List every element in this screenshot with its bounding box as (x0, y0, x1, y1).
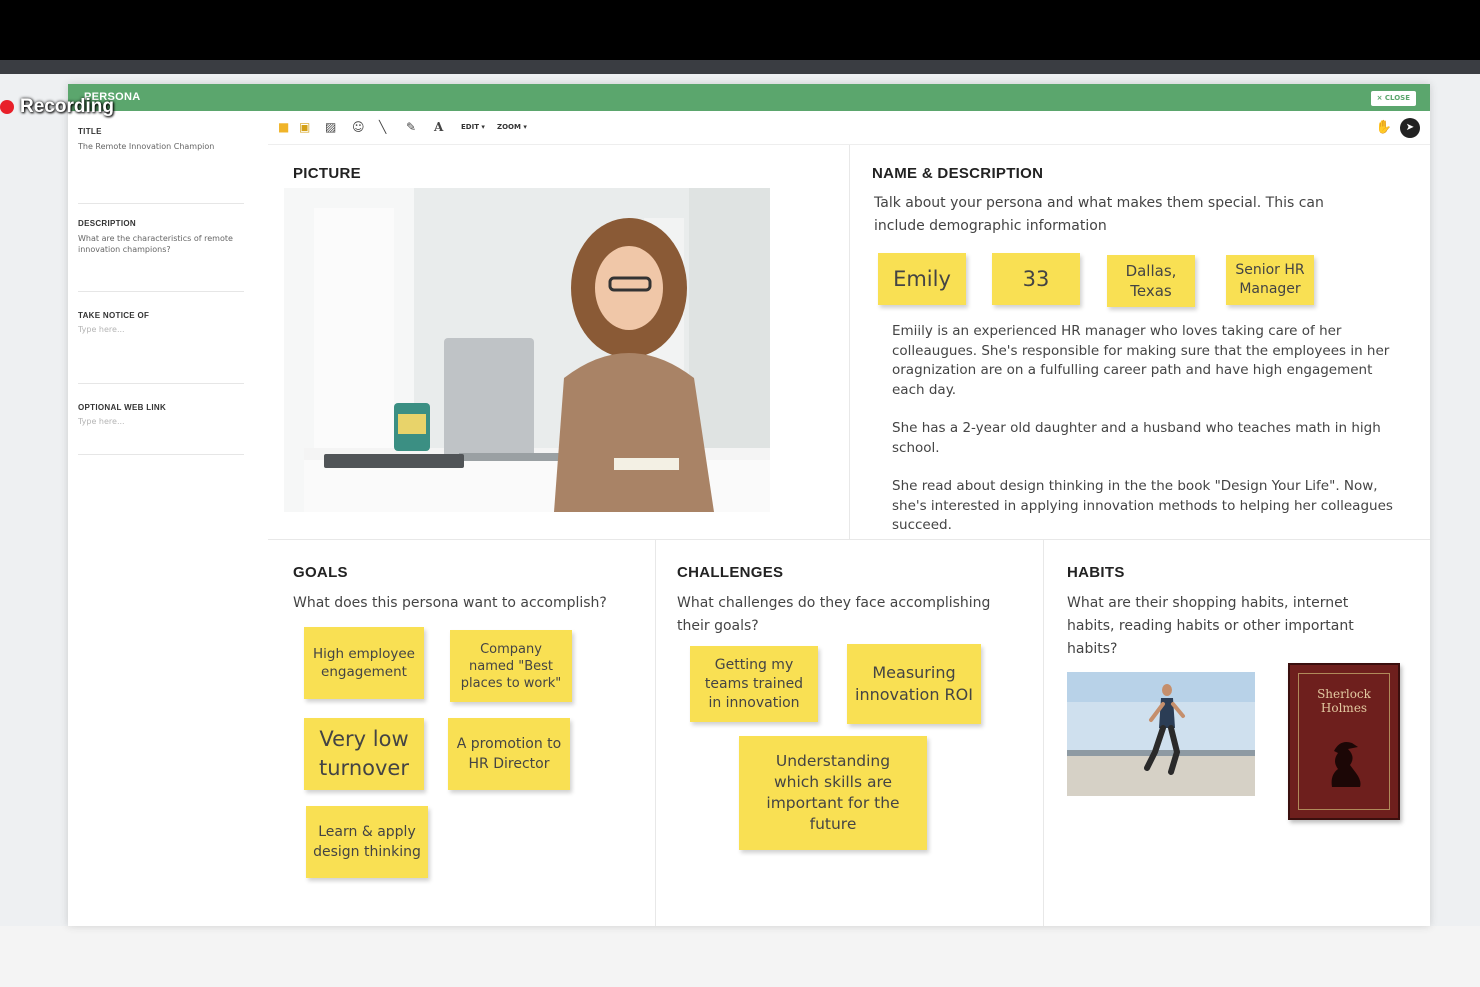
silhouette-icon (1331, 742, 1361, 787)
text-icon[interactable]: A (434, 120, 443, 134)
take-notice-field[interactable]: TAKE NOTICE OF Type here... (78, 311, 244, 384)
web-link-input[interactable]: Type here... (78, 417, 244, 426)
recording-label: Recording (20, 96, 114, 117)
goals-prompt: What does this persona want to accomplis… (293, 595, 607, 611)
recording-indicator: Recording (0, 96, 114, 118)
sticky-note-challenge-roi[interactable]: Measuring innovation ROI (847, 644, 981, 724)
description-field-value[interactable]: What are the characteristics of remote i… (78, 233, 244, 255)
description-field-label: DESCRIPTION (78, 219, 136, 228)
top-black-bar (0, 0, 1480, 60)
name-description-prompt: Talk about your persona and what makes t… (874, 195, 1324, 234)
sticky-note-goal-design-thinking[interactable]: Learn & apply design thinking (306, 806, 428, 878)
habits-prompt: What are their shopping habits, internet… (1067, 595, 1354, 657)
persona-modal: PERSONA × CLOSE TITLE The Remote Innovat… (68, 84, 1430, 926)
picture-panel: PICTURE (268, 145, 850, 540)
sticky-note-goal-turnover[interactable]: Very low turnover (304, 718, 424, 790)
habits-panel: HABITS What are their shopping habits, i… (1044, 540, 1430, 926)
sticky-note-name[interactable]: Emily (878, 253, 966, 305)
pen-icon[interactable]: ✎ (406, 120, 416, 134)
goals-panel: GOALS What does this persona want to acc… (268, 540, 656, 926)
persona-interest-paragraph[interactable]: She read about design thinking in the th… (892, 477, 1398, 536)
take-notice-label: TAKE NOTICE OF (78, 311, 150, 320)
sticky-note-location[interactable]: Dallas, Texas (1107, 255, 1195, 307)
running-photo[interactable] (1067, 672, 1255, 796)
zoom-menu[interactable]: ZOOM ▾ (497, 123, 527, 131)
image-cluster-icon[interactable]: ▣ (299, 120, 310, 134)
habits-title: HABITS (1067, 564, 1125, 581)
description-field[interactable]: DESCRIPTION What are the characteristics… (78, 219, 244, 292)
sticky-note-challenge-training[interactable]: Getting my teams trained in innovation (690, 646, 818, 722)
persona-family-paragraph[interactable]: She has a 2-year old daughter and a husb… (892, 419, 1398, 458)
bottom-strip (0, 926, 1480, 987)
line-icon[interactable]: ╲ (379, 120, 386, 134)
cursor-icon[interactable]: ➤ (1400, 118, 1420, 138)
record-dot-icon (0, 100, 14, 114)
title-field-value[interactable]: The Remote Innovation Champion (78, 141, 244, 152)
book-title: Sherlock Holmes (1317, 687, 1371, 715)
sticky-note-age[interactable]: 33 (992, 253, 1080, 305)
title-field[interactable]: TITLE The Remote Innovation Champion (78, 127, 244, 204)
edit-menu[interactable]: EDIT ▾ (461, 123, 485, 131)
web-link-field[interactable]: OPTIONAL WEB LINK Type here... (78, 403, 244, 455)
modal-header: PERSONA × CLOSE (68, 84, 1430, 111)
title-field-label: TITLE (78, 127, 102, 136)
picture-title: PICTURE (293, 165, 361, 182)
name-description-panel: NAME & DESCRIPTION Talk about your perso… (850, 145, 1430, 540)
take-notice-input[interactable]: Type here... (78, 325, 244, 334)
sherlock-book-cover[interactable]: Sherlock Holmes (1288, 663, 1400, 820)
goals-title: GOALS (293, 564, 348, 581)
sticky-note-icon[interactable]: ■ (278, 120, 289, 134)
name-description-title: NAME & DESCRIPTION (872, 165, 1044, 182)
close-button[interactable]: × CLOSE (1370, 91, 1416, 106)
hand-icon[interactable]: ✋ (1376, 120, 1392, 135)
sticky-note-challenge-skills[interactable]: Understanding which skills are important… (739, 736, 927, 850)
emoji-icon[interactable]: ☺ (352, 120, 365, 134)
sticky-note-goal-best-places[interactable]: Company named "Best places to work" (450, 630, 572, 702)
image-icon[interactable]: ▨ (325, 120, 336, 134)
challenges-title: CHALLENGES (677, 564, 784, 581)
sticky-note-role[interactable]: Senior HR Manager (1226, 255, 1314, 305)
persona-description-paragraph[interactable]: Emiily is an experienced HR manager who … (892, 322, 1398, 400)
challenges-panel: CHALLENGES What challenges do they face … (656, 540, 1044, 926)
persona-photo[interactable] (284, 188, 770, 512)
top-gray-bar (0, 60, 1480, 74)
web-link-label: OPTIONAL WEB LINK (78, 403, 167, 412)
canvas-toolbar: ■ ▣ ▨ ☺ ╲ ✎ A EDIT ▾ ZOOM ▾ ✋ ➤ (268, 111, 1430, 145)
challenges-prompt: What challenges do they face accomplishi… (677, 595, 991, 634)
sticky-note-goal-promotion[interactable]: A promotion to HR Director (448, 718, 570, 790)
persona-sidebar: TITLE The Remote Innovation Champion DES… (68, 111, 268, 926)
sticky-note-goal-engagement[interactable]: High employee engagement (304, 627, 424, 699)
